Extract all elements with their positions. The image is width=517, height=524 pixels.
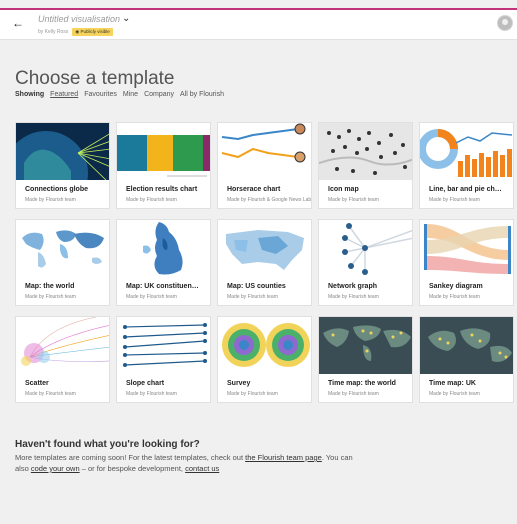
template-card-sankey-diagram[interactable]: Sankey diagram Made by Flourish team xyxy=(419,219,514,306)
footer-text-part: – or for bespoke development, xyxy=(79,464,186,473)
template-card-scatter[interactable]: Scatter Made by Flourish team xyxy=(15,316,110,403)
template-author: Made by Flourish team xyxy=(429,294,480,300)
thumbnail-map-the-world xyxy=(16,220,109,277)
filter-favourites[interactable]: Favourites xyxy=(84,91,117,98)
template-author: Made by Flourish team xyxy=(227,294,278,300)
thumbnail-icon-map xyxy=(319,123,412,180)
thumbnail-time-map-the-world xyxy=(319,317,412,374)
template-card-connections-globe[interactable]: Connections globe Made by Flourish team xyxy=(15,122,110,209)
template-author: Made by Flourish team xyxy=(25,197,76,203)
code-your-own-link[interactable]: code your own xyxy=(31,464,80,473)
template-author: Made by Flourish & Google News Lab xyxy=(227,197,312,203)
filter-mine[interactable]: Mine xyxy=(123,91,138,98)
footer-text-part: More templates are coming soon! For the … xyxy=(15,453,246,462)
thumbnail-sankey-diagram xyxy=(420,220,513,277)
template-card-network-graph[interactable]: Network graph Made by Flourish team xyxy=(318,219,413,306)
thumbnail-election-results-chart xyxy=(117,123,210,180)
filter-company[interactable]: Company xyxy=(144,91,174,98)
flourish-team-page-link[interactable]: the Flourish team page xyxy=(245,453,322,462)
template-name: Map: UK constituen… xyxy=(126,283,199,290)
template-author: Made by Flourish team xyxy=(126,197,177,203)
thumbnail-map-uk-constituencies xyxy=(117,220,210,277)
template-name: Horserace chart xyxy=(227,186,281,193)
back-arrow-icon[interactable]: ← xyxy=(12,16,24,30)
thumbnail-line-bar-pie xyxy=(420,123,513,180)
template-card-time-map-uk[interactable]: Time map: UK Made by Flourish team xyxy=(419,316,514,403)
filter-all[interactable]: All by Flourish xyxy=(180,91,224,98)
template-card-horserace-chart[interactable]: Horserace chart Made by Flourish & Googl… xyxy=(217,122,312,209)
template-card-line-bar-pie[interactable]: Line, bar and pie ch… Made by Flourish t… xyxy=(419,122,514,209)
thumbnail-scatter xyxy=(16,317,109,374)
template-card-election-results-chart[interactable]: Election results chart Made by Flourish … xyxy=(116,122,211,209)
template-grid: Connections globe Made by Flourish team … xyxy=(15,122,514,403)
thumbnail-connections-globe xyxy=(16,123,109,180)
author-label: by Kelly Ross xyxy=(38,29,69,35)
user-avatar-icon[interactable] xyxy=(497,15,513,31)
filter-featured[interactable]: Featured xyxy=(50,91,78,98)
template-author: Made by Flourish team xyxy=(328,197,379,203)
chevron-down-icon[interactable]: ⌄ xyxy=(122,13,130,24)
template-author: Made by Flourish team xyxy=(429,391,480,397)
template-card-map-uk-constituencies[interactable]: Map: UK constituen… Made by Flourish tea… xyxy=(116,219,211,306)
template-name: Network graph xyxy=(328,283,378,290)
thumbnail-horserace-chart xyxy=(218,123,311,180)
template-name: Time map: the world xyxy=(328,380,396,387)
template-name: Sankey diagram xyxy=(429,283,483,290)
template-card-time-map-the-world[interactable]: Time map: the world Made by Flourish tea… xyxy=(318,316,413,403)
byline: by Kelly Ross ◉ Publicly visible xyxy=(38,28,113,36)
template-name: Slope chart xyxy=(126,380,165,387)
thumbnail-slope-chart xyxy=(117,317,210,374)
template-name: Connections globe xyxy=(25,186,88,193)
thumbnail-map-us-counties xyxy=(218,220,311,277)
thumbnail-time-map-uk xyxy=(420,317,513,374)
template-card-map-the-world[interactable]: Map: the world Made by Flourish team xyxy=(15,219,110,306)
template-name: Time map: UK xyxy=(429,380,476,387)
template-author: Made by Flourish team xyxy=(25,294,76,300)
template-card-survey[interactable]: Survey Made by Flourish team xyxy=(217,316,312,403)
template-name: Survey xyxy=(227,380,251,387)
footer-text: More templates are coming soon! For the … xyxy=(15,452,355,474)
template-author: Made by Flourish team xyxy=(429,197,480,203)
template-author: Made by Flourish team xyxy=(126,294,177,300)
filter-bar: Showing Featured Favourites Mine Company… xyxy=(15,91,224,98)
template-name: Election results chart xyxy=(126,186,198,193)
template-name: Line, bar and pie ch… xyxy=(429,186,502,193)
template-author: Made by Flourish team xyxy=(328,391,379,397)
template-author: Made by Flourish team xyxy=(126,391,177,397)
template-card-icon-map[interactable]: Icon map Made by Flourish team xyxy=(318,122,413,209)
template-card-map-us-counties[interactable]: Map: US counties Made by Flourish team xyxy=(217,219,312,306)
template-name: Icon map xyxy=(328,186,359,193)
visualisation-title[interactable]: Untitled visualisation xyxy=(38,14,120,24)
template-name: Map: the world xyxy=(25,283,75,290)
template-card-slope-chart[interactable]: Slope chart Made by Flourish team xyxy=(116,316,211,403)
filter-label: Showing xyxy=(15,91,45,98)
visibility-badge[interactable]: ◉ Publicly visible xyxy=(72,28,113,36)
template-author: Made by Flourish team xyxy=(328,294,379,300)
template-name: Map: US counties xyxy=(227,283,286,290)
template-name: Scatter xyxy=(25,380,49,387)
thumbnail-network-graph xyxy=(319,220,412,277)
footer-heading: Haven't found what you're looking for? xyxy=(15,439,200,450)
thumbnail-survey xyxy=(218,317,311,374)
page-title: Choose a template xyxy=(15,68,175,89)
template-author: Made by Flourish team xyxy=(25,391,76,397)
contact-us-link[interactable]: contact us xyxy=(185,464,219,473)
app-header: ← Untitled visualisation ⌄ by Kelly Ross… xyxy=(0,10,517,40)
template-author: Made by Flourish team xyxy=(227,391,278,397)
